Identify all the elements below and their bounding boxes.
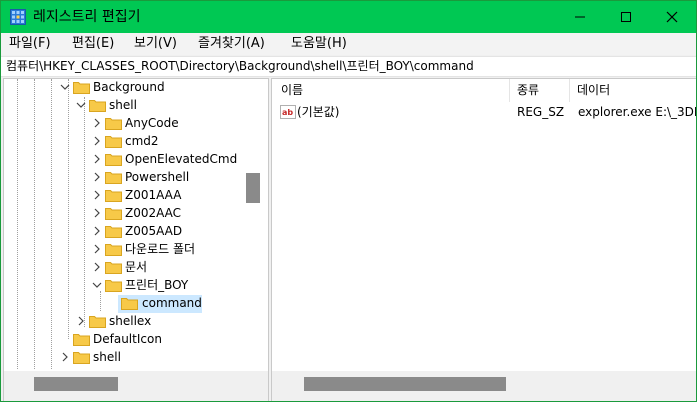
tree-node-label: Background (93, 80, 165, 94)
menu-help[interactable]: 도움말(H) (291, 35, 347, 53)
tree-node-label: Z002AAC (125, 206, 182, 220)
tree-node-label: cmd2 (125, 134, 159, 148)
tree-node[interactable]: 다운로드 폴더 (4, 241, 240, 259)
tree-node[interactable]: OpenElevatedCmd (4, 151, 240, 169)
string-value-icon: ab (280, 105, 296, 119)
tree-node[interactable]: cmd2 (4, 133, 240, 151)
minimize-icon (575, 16, 585, 18)
tree-node-label: 문서 (125, 260, 148, 274)
tree-vertical-scroll-thumb[interactable] (246, 173, 260, 203)
title-bar[interactable]: 레지스트리 편집기 (1, 1, 696, 33)
column-header-name[interactable]: 이름 (281, 79, 303, 102)
close-button[interactable] (649, 1, 695, 33)
folder-icon (89, 316, 106, 328)
tree-node[interactable]: AnyCode (4, 115, 240, 133)
folder-icon (105, 136, 122, 148)
chevron-down-icon[interactable] (91, 279, 103, 291)
menu-edit[interactable]: 편집(E) (72, 35, 114, 53)
maximize-icon (621, 12, 631, 22)
folder-icon (73, 82, 90, 94)
tree-node[interactable]: 프린터_BOY (4, 277, 240, 295)
folder-icon (105, 190, 122, 202)
minimize-button[interactable] (557, 1, 603, 33)
tree-node-label: shell (109, 98, 137, 112)
window-title: 레지스트리 편집기 (33, 9, 141, 25)
folder-icon (105, 208, 122, 220)
chevron-right-icon[interactable] (91, 135, 103, 147)
tree-vertical-scrollbar[interactable] (240, 79, 264, 369)
value-type: REG_SZ (517, 105, 565, 119)
value-name: (기본값) (297, 105, 340, 119)
folder-icon (73, 334, 90, 346)
folder-icon (105, 226, 122, 238)
registry-editor-window: 레지스트리 편집기 파일(F) 편집(E) 보기(V) 즐겨찾기(A) 도움말(… (0, 0, 697, 402)
chevron-right-icon[interactable] (91, 261, 103, 273)
chevron-right-icon[interactable] (91, 189, 103, 201)
tree-node-label: command (142, 296, 202, 310)
tree-node-label: DefaultIcon (93, 332, 162, 346)
tree-node-label: Z005AAD (125, 224, 183, 238)
column-header-type[interactable]: 종류 (517, 79, 539, 102)
tree-node[interactable]: shellex (4, 313, 240, 331)
tree-node[interactable]: Z005AAD (4, 223, 240, 241)
list-horizontal-scroll-thumb[interactable] (304, 377, 506, 391)
chevron-down-icon[interactable] (59, 81, 71, 93)
tree-node[interactable]: Z001AAA (4, 187, 240, 205)
tree-node-label: OpenElevatedCmd (125, 152, 238, 166)
chevron-right-icon[interactable] (75, 315, 87, 327)
folder-icon (89, 100, 106, 112)
tree-node-label: 다운로드 폴더 (125, 242, 196, 256)
column-divider[interactable] (509, 79, 510, 102)
tree-node-selected[interactable]: command (4, 295, 240, 313)
tree-node-label: shell (93, 350, 121, 364)
tree-node-label: Powershell (125, 170, 190, 184)
menu-bar: 파일(F) 편집(E) 보기(V) 즐겨찾기(A) 도움말(H) (1, 33, 696, 55)
chevron-right-icon[interactable] (91, 171, 103, 183)
tree-node[interactable]: 문서 (4, 259, 240, 277)
menu-file[interactable]: 파일(F) (9, 35, 51, 53)
folder-icon (105, 280, 122, 292)
value-data: explorer.exe E:\_3DP (578, 105, 697, 119)
tree-node-label: AnyCode (125, 116, 179, 130)
tree-node[interactable]: DefaultIcon (4, 331, 240, 349)
menu-favorites[interactable]: 즐겨찾기(A) (198, 35, 265, 53)
folder-icon (105, 244, 122, 256)
chevron-right-icon[interactable] (59, 351, 71, 363)
folder-icon (105, 172, 122, 184)
maximize-button[interactable] (603, 1, 649, 33)
chevron-right-icon[interactable] (91, 243, 103, 255)
chevron-right-icon[interactable] (91, 153, 103, 165)
tree-node[interactable]: Powershell (4, 169, 240, 187)
address-bar[interactable]: 컴퓨터\HKEY_CLASSES_ROOT\Directory\Backgrou… (1, 56, 696, 77)
folder-icon (73, 352, 90, 364)
key-tree-pane[interactable]: Background shell AnyCode cmd2 OpenElevat… (3, 78, 269, 401)
tree-node[interactable]: Z002AAC (4, 205, 240, 223)
column-header-data[interactable]: 데이터 (577, 79, 610, 102)
chevron-down-icon[interactable] (75, 99, 87, 111)
chevron-right-icon[interactable] (91, 207, 103, 219)
tree-horizontal-scroll-thumb[interactable] (34, 377, 118, 391)
column-divider[interactable] (569, 79, 570, 102)
registry-editor-icon (10, 9, 26, 25)
list-horizontal-scrollbar[interactable] (272, 371, 696, 401)
chevron-right-icon[interactable] (91, 225, 103, 237)
chevron-right-icon[interactable] (91, 117, 103, 129)
svg-text:ab: ab (282, 108, 293, 117)
tree-node-label: shellex (109, 314, 152, 328)
folder-icon (105, 118, 122, 130)
values-list-pane[interactable]: 이름 종류 데이터 ab (기본값) REG_SZ explorer.exe E… (271, 78, 697, 401)
tree-node[interactable]: shell (4, 97, 240, 115)
close-icon (666, 11, 678, 23)
tree-node-label: 프린터_BOY (125, 278, 189, 292)
tree-node[interactable]: Background (4, 79, 240, 97)
address-path[interactable]: 컴퓨터\HKEY_CLASSES_ROOT\Directory\Backgrou… (6, 59, 474, 74)
tree-horizontal-scrollbar[interactable] (4, 371, 268, 401)
menu-view[interactable]: 보기(V) (134, 35, 177, 53)
folder-icon (121, 298, 138, 310)
tree-node-label: Z001AAA (125, 188, 182, 202)
tree-node[interactable]: shell (4, 349, 240, 367)
folder-icon (105, 262, 122, 274)
folder-icon (105, 154, 122, 166)
